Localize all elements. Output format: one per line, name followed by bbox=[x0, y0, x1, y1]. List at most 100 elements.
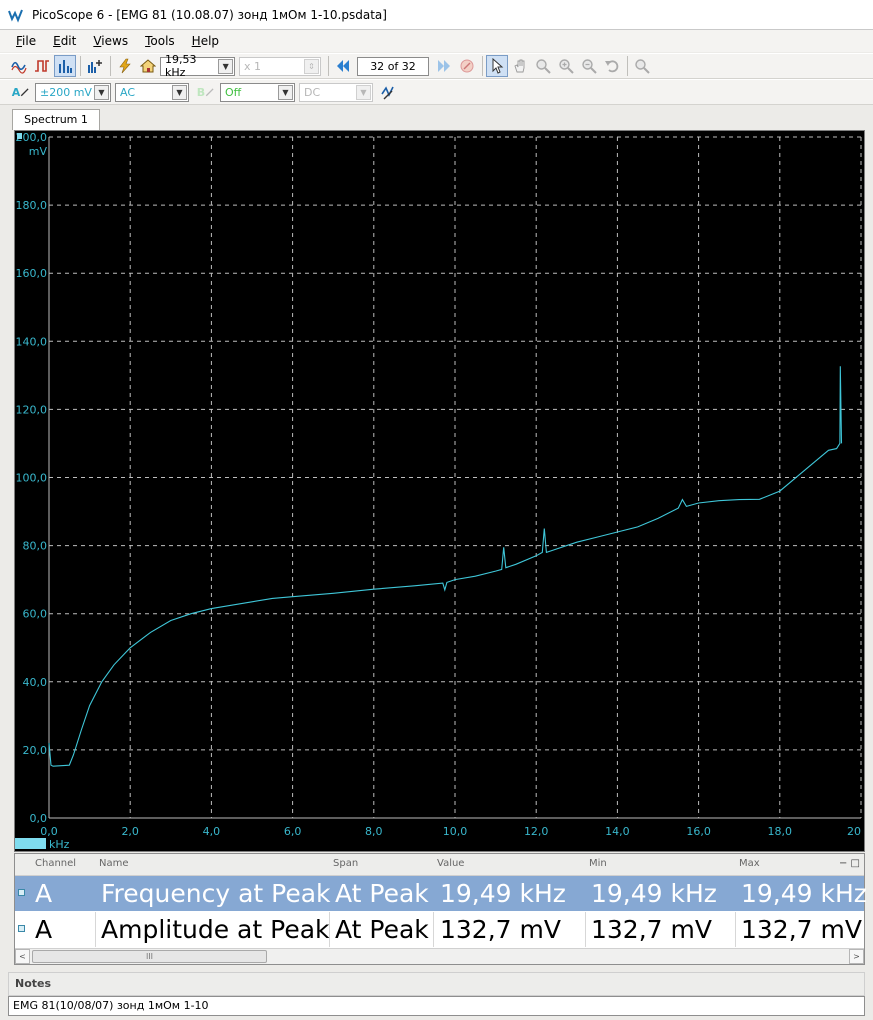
measurements-table: Channel Name Span Value Min Max − □ A Fr… bbox=[14, 853, 867, 965]
probe-icon bbox=[21, 88, 29, 97]
zoom-in-button[interactable] bbox=[555, 55, 577, 77]
y-tick-label: 80,0 bbox=[23, 540, 48, 553]
buffer-position-field[interactable]: 32 of 32 bbox=[357, 56, 429, 76]
y-tick-label: 0,0 bbox=[30, 812, 48, 825]
column-header-name[interactable]: Name bbox=[99, 858, 129, 869]
channel-b-range-select[interactable]: Off ▼ bbox=[220, 82, 295, 102]
channel-a-range-select[interactable]: ±200 mV ▼ bbox=[35, 82, 111, 102]
y-tick-label: 160,0 bbox=[16, 267, 48, 280]
menu-views[interactable]: Views bbox=[93, 34, 128, 48]
chevron-down-icon[interactable]: ▼ bbox=[172, 84, 187, 100]
channel-b-coupling-select[interactable]: DC ▼ bbox=[299, 82, 373, 102]
cell-value: 19,49 kHz bbox=[440, 879, 566, 908]
menu-file[interactable]: File bbox=[16, 34, 36, 48]
x-tick-label: 12,0 bbox=[524, 825, 549, 838]
persistence-mode-button[interactable] bbox=[31, 55, 53, 77]
toolbar-separator bbox=[328, 56, 329, 76]
column-divider bbox=[433, 912, 434, 947]
x-tick-label: 14,0 bbox=[605, 825, 630, 838]
add-view-button[interactable] bbox=[84, 55, 106, 77]
x-tick-label: 16,0 bbox=[686, 825, 711, 838]
y-tick-label: 120,0 bbox=[16, 403, 48, 416]
buffer-total-value: 32 bbox=[401, 59, 416, 73]
cell-min: 132,7 mV bbox=[591, 915, 712, 944]
spectrum-plot[interactable]: 0,0 20,0 40,0 60,0 80,0 100,0 120,0 140,0 160,0 1… bbox=[14, 130, 865, 852]
frequency-range-select[interactable]: 19,53 kHz ▼ bbox=[160, 53, 235, 79]
next-buffer-button[interactable] bbox=[433, 55, 455, 77]
tab-spectrum-1[interactable]: Spectrum 1 bbox=[12, 109, 100, 130]
table-row[interactable]: A Amplitude at Peak At Peak 132,7 mV 132… bbox=[15, 912, 864, 947]
table-window-controls[interactable]: − □ bbox=[839, 858, 860, 869]
table-row[interactable]: A Frequency at Peak At Peak 19,49 kHz 19… bbox=[15, 876, 867, 911]
menu-edit[interactable]: Edit bbox=[53, 34, 76, 48]
cell-max: 19,49 kHz bbox=[741, 879, 867, 908]
home-button[interactable] bbox=[137, 55, 159, 77]
stepper-arrows-icon[interactable]: ⇕ bbox=[304, 58, 319, 74]
main-toolbar: 19,53 kHz ▼ x 1 ⇕ 32 of 32 bbox=[0, 53, 873, 79]
undo-arrow-icon bbox=[605, 60, 619, 73]
channel-a-options-button[interactable]: A bbox=[8, 81, 34, 103]
multiplier-value: x 1 bbox=[244, 59, 262, 73]
chevron-down-icon[interactable]: ▼ bbox=[356, 84, 371, 100]
cell-span: At Peak bbox=[335, 915, 429, 944]
row-marker-icon bbox=[18, 889, 25, 896]
chevron-down-icon[interactable]: ▼ bbox=[94, 84, 109, 100]
undo-zoom-button[interactable] bbox=[601, 55, 623, 77]
column-header-max[interactable]: Max bbox=[739, 858, 760, 869]
column-header-span[interactable]: Span bbox=[333, 858, 358, 869]
select-tool-button[interactable] bbox=[486, 55, 508, 77]
zoom-out-button[interactable] bbox=[578, 55, 600, 77]
toolbar-separator bbox=[627, 56, 628, 76]
channel-options-button[interactable] bbox=[377, 81, 399, 103]
scroll-right-button[interactable]: > bbox=[849, 949, 864, 964]
column-header-min[interactable]: Min bbox=[589, 858, 607, 869]
column-header-value[interactable]: Value bbox=[437, 858, 464, 869]
cell-name: Amplitude at Peak bbox=[101, 915, 330, 944]
scroll-thumb[interactable]: III bbox=[32, 950, 267, 963]
channel-b-options-button[interactable]: B bbox=[193, 81, 219, 103]
spectrum-plus-icon bbox=[88, 60, 102, 73]
previous-buffer-button[interactable] bbox=[332, 55, 354, 77]
pan-tool-button[interactable] bbox=[509, 55, 531, 77]
x-tick-label: 10,0 bbox=[443, 825, 468, 838]
x-axis-ruler-marker bbox=[15, 838, 46, 849]
scope-mode-button[interactable] bbox=[8, 55, 30, 77]
cell-name: Frequency at Peak bbox=[101, 879, 331, 908]
column-divider bbox=[585, 912, 586, 947]
horizontal-scrollbar[interactable]: < III > bbox=[15, 948, 864, 964]
notes-text-field[interactable]: EMG 81(10/08/07) зонд 1мОм 1-10 bbox=[8, 996, 865, 1016]
menu-tools[interactable]: Tools bbox=[145, 34, 175, 48]
channel-a-coupling-select[interactable]: AC ▼ bbox=[115, 82, 189, 102]
signal-generator-button[interactable] bbox=[114, 55, 136, 77]
window-title: PicoScope 6 - [EMG 81 (10.08.07) зонд 1м… bbox=[32, 7, 387, 22]
chevron-down-icon[interactable]: ▼ bbox=[218, 58, 233, 74]
lightning-icon bbox=[119, 58, 131, 74]
square-wave-icon bbox=[35, 60, 49, 72]
x-tick-label: 20 bbox=[847, 825, 861, 838]
scroll-left-button[interactable]: < bbox=[15, 949, 30, 964]
home-icon bbox=[140, 59, 156, 73]
menu-help[interactable]: Help bbox=[192, 34, 219, 48]
y-tick-label: 60,0 bbox=[23, 608, 48, 621]
frequency-range-value: 19,53 kHz bbox=[165, 53, 197, 79]
x-tick-label: 6,0 bbox=[284, 825, 302, 838]
x-tick-label: 0,0 bbox=[40, 825, 58, 838]
notes-header: Notes bbox=[8, 972, 865, 996]
buffer-position-value: 32 bbox=[370, 59, 385, 73]
y-tick-label: 180,0 bbox=[16, 199, 48, 212]
multiplier-stepper[interactable]: x 1 ⇕ bbox=[239, 56, 321, 76]
zoom-overview-icon bbox=[635, 59, 650, 74]
chevron-down-icon[interactable]: ▼ bbox=[278, 84, 293, 100]
channel-b-coupling-value: DC bbox=[304, 85, 321, 99]
column-header-channel[interactable]: Channel bbox=[35, 858, 76, 869]
channel-a-range-value: ±200 mV bbox=[40, 85, 92, 99]
spectrum-mode-button[interactable] bbox=[54, 55, 76, 77]
toolbar-separator bbox=[110, 56, 111, 76]
zoom-tool-button[interactable] bbox=[532, 55, 554, 77]
view-tabs: Spectrum 1 bbox=[0, 106, 873, 130]
x-tick-label: 2,0 bbox=[121, 825, 139, 838]
stop-button[interactable] bbox=[456, 55, 478, 77]
stop-circle-icon bbox=[460, 59, 474, 73]
zoom-overview-button[interactable] bbox=[631, 55, 653, 77]
channel-b-range-value: Off bbox=[225, 85, 242, 99]
